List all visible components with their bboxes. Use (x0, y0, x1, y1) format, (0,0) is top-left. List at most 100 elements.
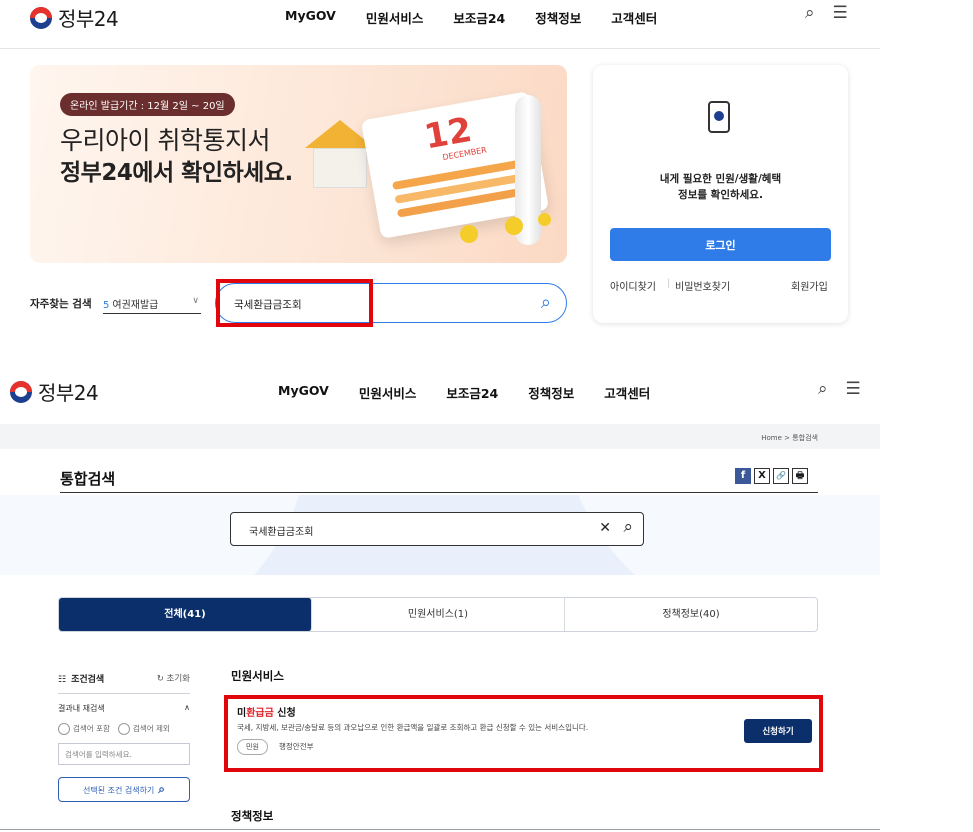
duck-illustration (505, 217, 523, 235)
header: 정부24 MyGOV 민원서비스 보조금24 정책정보 고객센터 ⌕ ☰ (0, 377, 880, 405)
integrated-search-value: 국세환급금조회 (249, 527, 314, 538)
print-icon[interactable]: 🖶 (792, 468, 808, 484)
radio-include[interactable]: 검색어 포함 (58, 723, 110, 735)
chevron-up-icon[interactable]: ∧ (184, 703, 190, 714)
find-id-link[interactable]: 아이디찾기 (610, 278, 656, 293)
header: 정부24 MyGOV 민원서비스 보조금24 정책정보 고객센터 ⌕ ☰ (0, 3, 880, 31)
frequent-search-rank: 5 (103, 300, 110, 311)
tab-policy[interactable]: 정책정보(40) (565, 598, 817, 631)
apply-button[interactable]: 신청하기 (744, 719, 812, 743)
page-title: 통합검색 (60, 470, 116, 488)
result-title[interactable]: 미환급금 신청 (237, 704, 296, 719)
search-icon[interactable]: ⌕ (805, 3, 815, 23)
result-title-keyword: 환급금 (246, 708, 274, 719)
banner-line-1: 우리아이 취학통지서 (60, 126, 270, 155)
login-card: 내게 필요한 민원/생활/혜택 정보를 확인하세요. 로그인 아이디찾기 | 비… (593, 65, 848, 323)
tab-all[interactable]: 전체(41) (59, 598, 312, 631)
radio-include-label: 검색어 포함 (73, 724, 110, 733)
condition-search-label: 선택된 조건 검색하기 (82, 786, 155, 795)
title-underline (60, 492, 818, 493)
nav-policy[interactable]: 정책정보 (528, 383, 574, 402)
main-nav: MyGOV 민원서비스 보조금24 정책정보 고객센터 (278, 383, 680, 402)
breadcrumb[interactable]: Home > 통합검색 (761, 433, 818, 443)
panel-bottom-search-results: 정부24 MyGOV 민원서비스 보조금24 정책정보 고객센터 ⌕ ☰ Hom… (0, 350, 880, 832)
nav-civil-service[interactable]: 민원서비스 (359, 383, 417, 402)
main-search-input[interactable]: 국세환급금조회 ⌕ (215, 283, 567, 323)
nav-policy[interactable]: 정책정보 (535, 8, 581, 27)
reset-button[interactable]: ↻ 초기화 (157, 672, 190, 684)
tab-civil-service[interactable]: 민원서비스(1) (312, 598, 565, 631)
duck-illustration (538, 213, 551, 226)
search-icon[interactable]: ⌕ (818, 379, 828, 399)
nav-subsidy[interactable]: 보조금24 (446, 383, 498, 402)
filter-divider (58, 693, 190, 694)
result-tag: 민원 (237, 739, 268, 755)
section-policy: 정책정보 (231, 809, 274, 823)
link-copy-icon[interactable]: 🔗 (773, 468, 789, 484)
breadcrumb-bar: Home > 통합검색 (0, 424, 880, 449)
clear-icon[interactable]: ✕ (599, 520, 611, 536)
filter-sliders-icon: ☷ (58, 674, 67, 685)
join-link[interactable]: 회원가입 (791, 278, 828, 293)
search-icon[interactable]: ⌕ (623, 517, 633, 537)
duck-illustration (460, 225, 478, 243)
research-radios: 검색어 포함 검색어 제외 (58, 723, 190, 735)
nav-subsidy[interactable]: 보조금24 (453, 8, 505, 27)
banner-period-pill: 온라인 발급기간 : 12월 2일 ~ 20일 (60, 93, 235, 116)
radio-exclude-label: 검색어 제외 (132, 724, 170, 733)
login-card-text-1: 내게 필요한 민원/생활/혜택 (659, 173, 782, 185)
condition-search-button[interactable]: 선택된 조건 검색하기 ⌕ (58, 777, 190, 802)
login-button[interactable]: 로그인 (610, 228, 831, 261)
logo[interactable]: 정부24 (10, 377, 99, 406)
panel-top-homepage: 정부24 MyGOV 민원서비스 보조금24 정책정보 고객센터 ⌕ ☰ 온라인… (0, 0, 880, 350)
logo[interactable]: 정부24 (30, 3, 119, 32)
banner-line-2: 정부24에서 확인하세요. (60, 160, 293, 186)
header-divider (0, 48, 880, 49)
logo-text: 정부24 (58, 7, 119, 31)
bottom-divider (0, 829, 880, 830)
header-icons: ⌕ ☰ (818, 379, 861, 399)
menu-icon[interactable]: ☰ (833, 3, 848, 23)
nav-customer-center[interactable]: 고객센터 (604, 383, 650, 402)
login-card-text-2: 정보를 확인하세요. (678, 189, 763, 201)
nav-mygov[interactable]: MyGOV (285, 8, 336, 27)
section-civil-service: 민원서비스 (231, 669, 284, 683)
filter-title: 조건검색 (71, 674, 105, 685)
phone-icon (708, 101, 730, 133)
find-password-link[interactable]: 비밀번호찾기 (675, 278, 730, 293)
logo-text: 정부24 (38, 381, 99, 405)
nav-mygov[interactable]: MyGOV (278, 383, 329, 402)
main-nav: MyGOV 민원서비스 보조금24 정책정보 고객센터 (285, 8, 687, 27)
refresh-icon: ↻ (156, 674, 164, 684)
header-icons: ⌕ ☰ (805, 3, 848, 23)
menu-icon[interactable]: ☰ (846, 379, 861, 399)
chevron-down-icon: ∨ (192, 296, 199, 306)
promo-banner[interactable]: 온라인 발급기간 : 12월 2일 ~ 20일 우리아이 취학통지서 정부24에… (30, 65, 567, 263)
filter-header: ☷ 조건검색 ↻ 초기화 (58, 670, 190, 686)
result-title-suffix: 신청 (273, 708, 296, 719)
frequent-search-dropdown[interactable]: 5 여권재발급 ∨ (103, 296, 201, 314)
result-tabs: 전체(41) 민원서비스(1) 정책정보(40) (58, 597, 818, 632)
nav-customer-center[interactable]: 고객센터 (611, 8, 657, 27)
frequent-search-item: 여권재발급 (112, 300, 159, 311)
research-input[interactable]: 검색어를 입력하세요. (58, 743, 190, 765)
nav-civil-service[interactable]: 민원서비스 (366, 8, 424, 27)
research-header[interactable]: 결과내 재검색 ∧ (58, 703, 190, 714)
share-icons: f X 🔗 🖶 (735, 468, 808, 484)
integrated-search-input[interactable]: 국세환급금조회 ✕ ⌕ (230, 512, 644, 546)
facebook-icon[interactable]: f (735, 468, 751, 484)
main-search-value: 국세환급금조회 (234, 299, 302, 311)
result-organization: 행정안전부 (279, 742, 314, 751)
search-icon[interactable]: ⌕ (541, 292, 551, 313)
filter-sidebar: ☷ 조건검색 ↻ 초기화 결과내 재검색 ∧ 검색어 포함 검색어 제외 검색어를… (58, 670, 190, 802)
logo-emblem-icon (10, 380, 32, 403)
research-title: 결과내 재검색 (58, 704, 105, 713)
search-icon: ⌕ (158, 782, 166, 796)
result-description: 국세, 지방세, 보관금/송달료 등의 과오납으로 인한 환급액을 일괄로 조회… (237, 723, 589, 732)
x-twitter-icon[interactable]: X (754, 468, 770, 484)
reset-label: 초기화 (166, 674, 190, 684)
result-title-prefix: 미 (237, 708, 247, 719)
link-separator: | (667, 278, 671, 289)
radio-exclude[interactable]: 검색어 제외 (117, 723, 170, 735)
result-item: 미환급금 신청 국세, 지방세, 보관금/송달료 등의 과오납으로 인한 환급액… (231, 696, 821, 768)
